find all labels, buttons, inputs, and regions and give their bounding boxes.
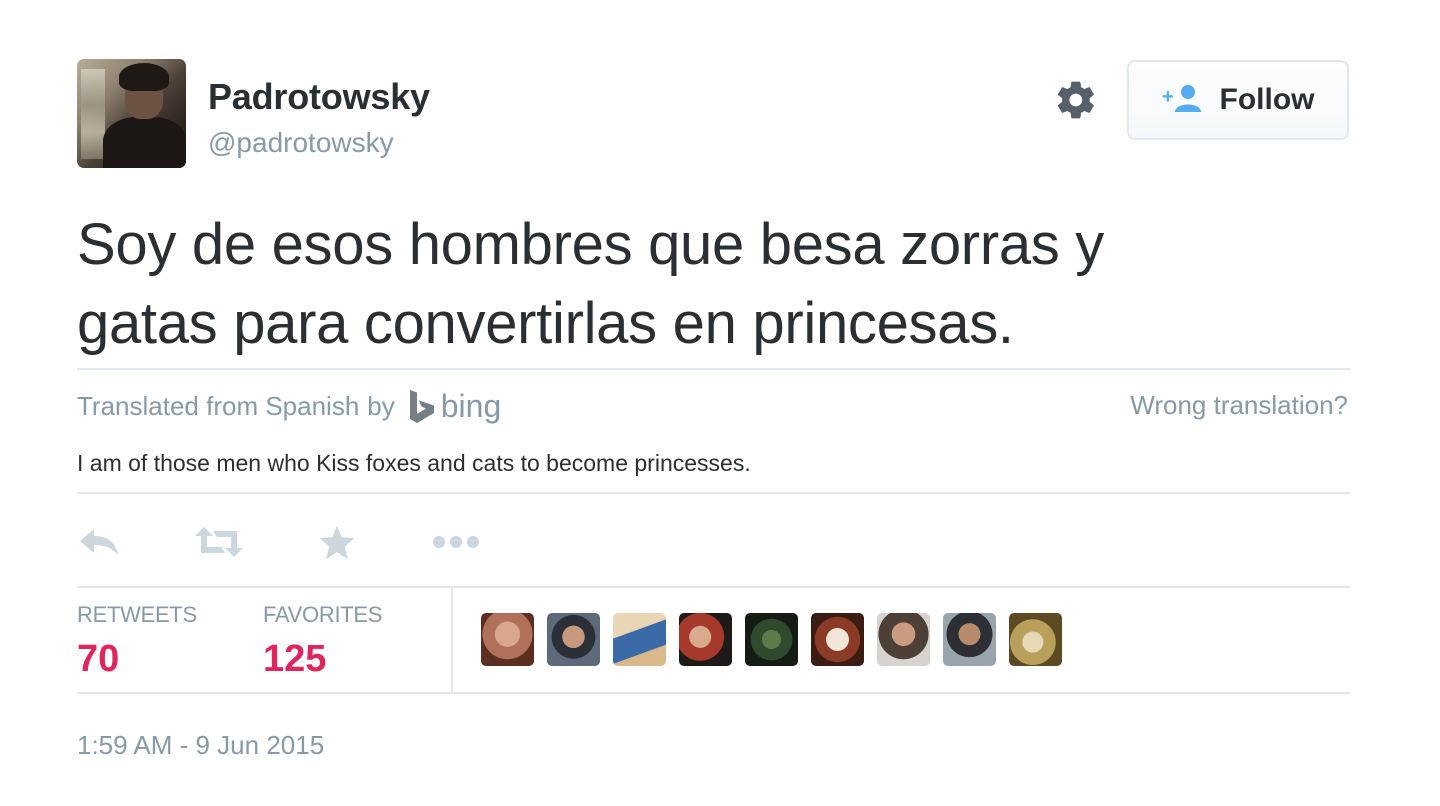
tweet-timestamp[interactable]: 1:59 AM - 9 Jun 2015 <box>77 730 324 761</box>
divider <box>77 586 1350 588</box>
more-icon <box>433 536 479 548</box>
display-name[interactable]: Padrotowsky <box>208 76 430 118</box>
favoriter-avatar[interactable] <box>745 613 798 666</box>
favoriter-avatar[interactable] <box>811 613 864 666</box>
retweet-icon <box>195 527 243 557</box>
favoriter-avatar[interactable] <box>547 613 600 666</box>
more-button[interactable] <box>432 520 480 564</box>
favoriter-avatar[interactable] <box>481 613 534 666</box>
tweet-text: Soy de esos hombres que besa zorras y ga… <box>77 205 1357 363</box>
retweet-button[interactable] <box>194 520 244 564</box>
translated-text: I am of those men who Kiss foxes and cat… <box>77 450 751 476</box>
gear-icon[interactable] <box>1054 78 1098 122</box>
favoriter-avatar[interactable] <box>1009 613 1062 666</box>
reply-button[interactable] <box>78 520 120 564</box>
bing-logo[interactable]: bing <box>407 388 502 425</box>
retweets-count: 70 <box>77 638 120 680</box>
favoriter-avatar[interactable] <box>877 613 930 666</box>
favorites-label: FAVORITES <box>263 602 383 627</box>
translation-prefix: Translated from Spanish <box>77 391 360 421</box>
favoriter-avatar[interactable] <box>613 613 666 666</box>
screen-name[interactable]: @padrotowsky <box>208 127 394 159</box>
svg-text:+: + <box>1162 86 1174 108</box>
tweet-text-line-2: gatas para convertirlas en princesas. <box>77 291 1014 356</box>
wrong-translation-link[interactable]: Wrong translation? <box>1130 390 1348 421</box>
bing-icon <box>409 389 434 423</box>
follow-button[interactable]: + Follow <box>1127 60 1349 140</box>
user-avatar[interactable] <box>77 59 186 168</box>
retweets-label: RETWEETS <box>77 602 197 627</box>
favorites-stat[interactable]: FAVORITES 125 <box>263 602 382 681</box>
stats-divider <box>451 588 453 694</box>
translation-attribution: Translated from Spanish by bing <box>77 388 501 425</box>
favorite-button[interactable] <box>318 520 356 564</box>
favoriter-avatar[interactable] <box>943 613 996 666</box>
reply-icon <box>80 529 118 555</box>
follow-label: Follow <box>1219 83 1315 116</box>
tweet-text-line-1: Soy de esos hombres que besa zorras y <box>77 212 1105 277</box>
favoriter-avatar[interactable] <box>679 613 732 666</box>
favorites-count: 125 <box>263 638 327 680</box>
bing-word: bing <box>440 388 502 424</box>
add-user-icon: + <box>1162 83 1206 118</box>
divider <box>77 368 1350 370</box>
translation-by: by <box>367 391 395 421</box>
divider <box>77 692 1350 694</box>
divider <box>77 492 1350 494</box>
retweets-stat[interactable]: RETWEETS 70 <box>77 602 197 681</box>
star-icon <box>319 525 355 560</box>
